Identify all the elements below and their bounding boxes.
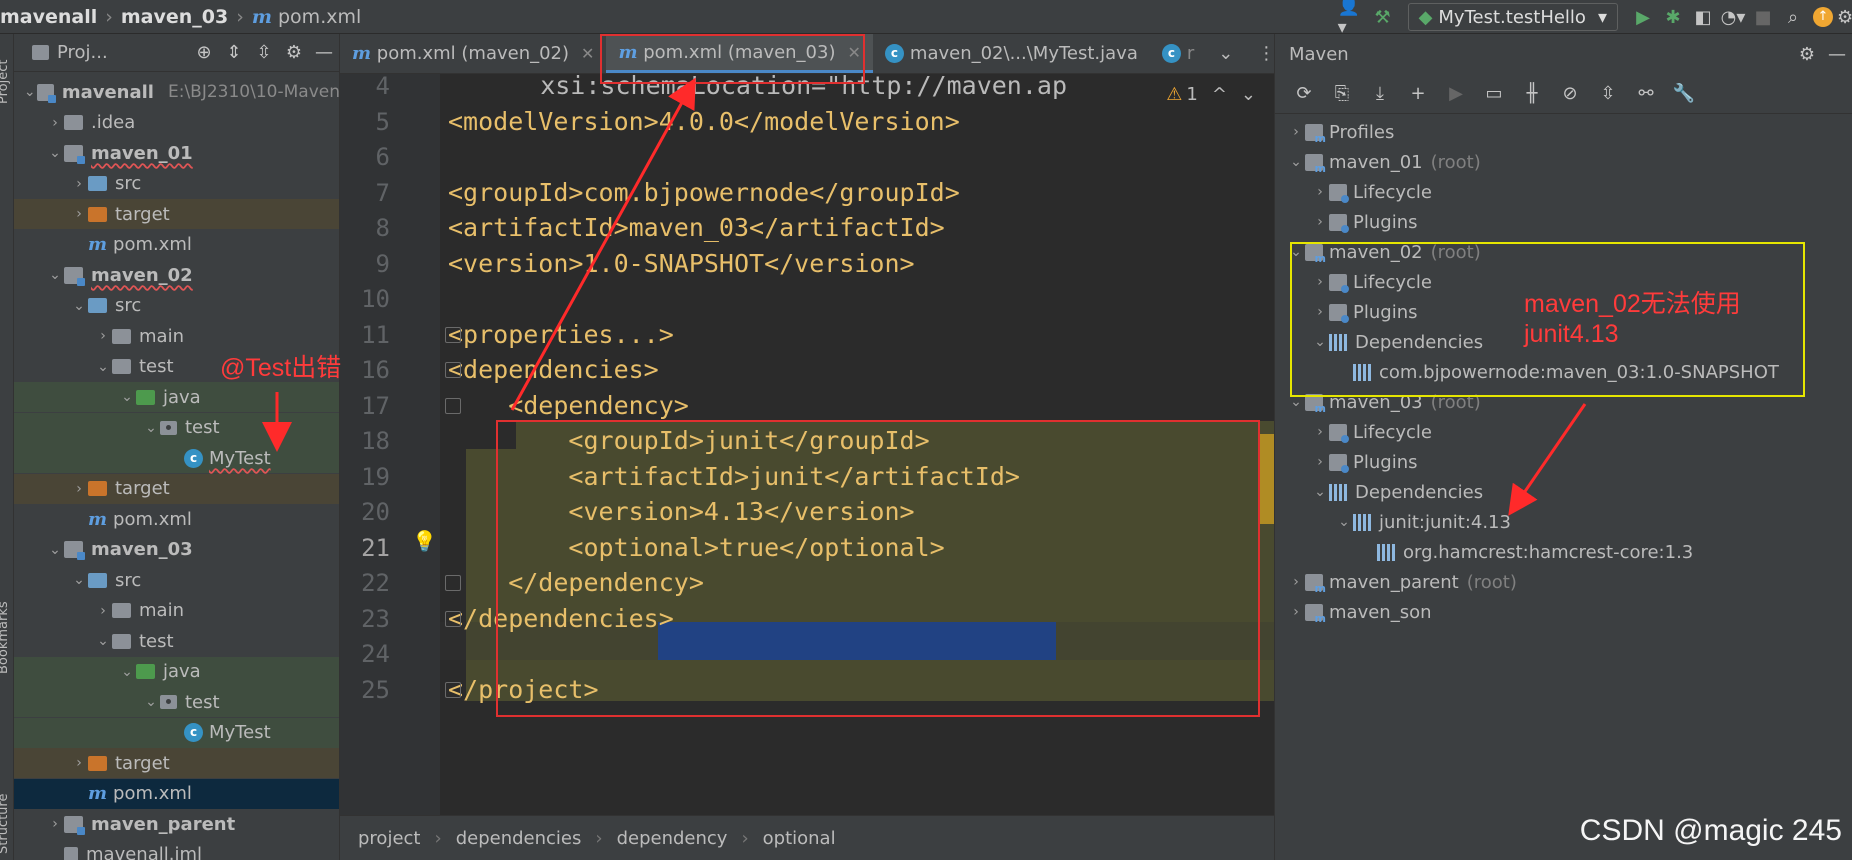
watermark: CSDN @magic 245 xyxy=(1579,814,1842,847)
arrow-to-junit xyxy=(1508,403,1587,516)
arrow-dependencies-to-tab xyxy=(510,77,696,411)
annotation-arrows xyxy=(262,77,1587,516)
